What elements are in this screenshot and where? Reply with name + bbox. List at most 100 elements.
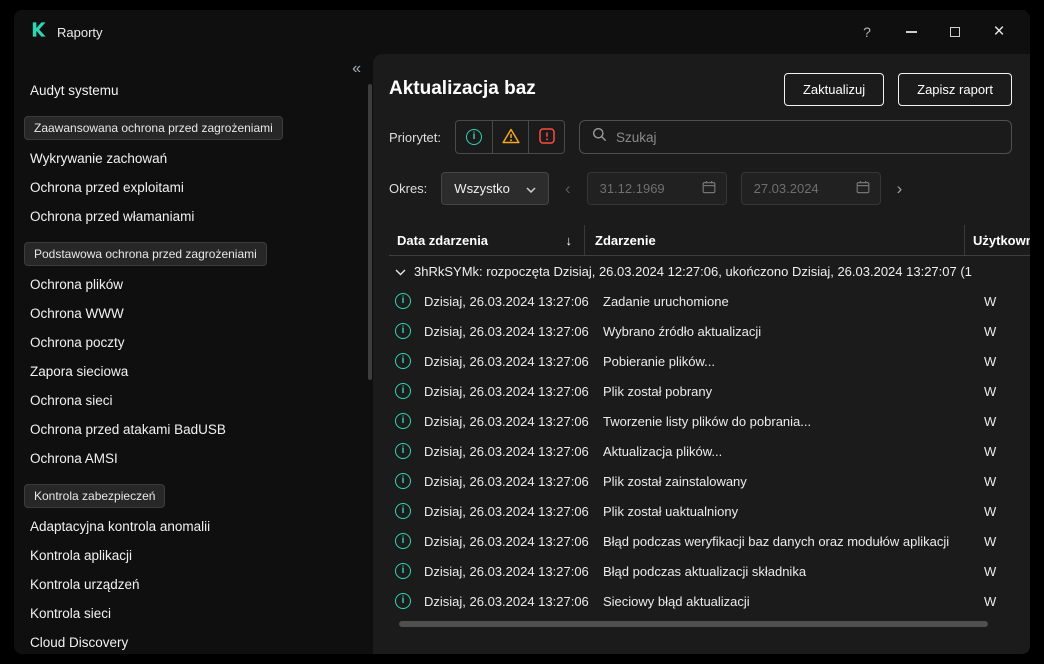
info-icon: i (395, 533, 411, 549)
event-text: Aktualizacja plików... (603, 444, 965, 459)
column-header-event[interactable]: Zdarzenie (585, 225, 965, 255)
sidebar-item[interactable]: Ochrona przed exploitami (14, 173, 373, 202)
group-row-text: 3hRkSYMk: rozpoczęta Dzisiaj, 26.03.2024… (414, 264, 973, 279)
table-row[interactable]: i Dzisiaj, 26.03.2024 13:27:06 Sieciowy bł… (389, 586, 1030, 616)
table-row[interactable]: i Dzisiaj, 26.03.2024 13:27:06 Wybrano źró… (389, 316, 1030, 346)
sidebar-item[interactable]: Ochrona plików (14, 270, 373, 299)
sidebar-item[interactable]: Cloud Discovery (14, 628, 373, 654)
critical-icon (539, 128, 555, 147)
table-group-row[interactable]: 3hRkSYMk: rozpoczęta Dzisiaj, 26.03.2024… (389, 256, 1030, 286)
event-user: W (973, 594, 1030, 609)
priority-critical-button[interactable] (528, 121, 564, 153)
next-period-button[interactable]: › (895, 180, 905, 197)
horizontal-scrollbar-thumb[interactable] (399, 621, 988, 627)
sidebar-item[interactable]: Kontrola sieci (14, 599, 373, 628)
sidebar-item[interactable]: Ochrona WWW (14, 299, 373, 328)
table-row[interactable]: i Dzisiaj, 26.03.2024 13:27:06 Pobieranie … (389, 346, 1030, 376)
sidebar-item[interactable]: Ochrona poczty (14, 328, 373, 357)
column-header-user[interactable]: Użytkownik (965, 225, 1030, 255)
event-user: W (973, 504, 1030, 519)
info-icon: i (395, 323, 411, 339)
event-text: Pobieranie plików... (603, 354, 965, 369)
event-date: Dzisiaj, 26.03.2024 13:27:06 (424, 594, 592, 609)
maximize-icon (950, 27, 960, 37)
date-from-value: 31.12.1969 (600, 181, 665, 196)
help-button[interactable]: ? (850, 17, 884, 47)
table-row[interactable]: iDzisiaj, 26.03.2024 13:27:06Plik został… (389, 466, 1030, 496)
info-icon: i (395, 563, 411, 579)
event-user: W (973, 414, 1030, 429)
event-text: Wybrano źródło aktualizacji (603, 324, 965, 339)
date-to-field[interactable]: 27.03.2024 (741, 172, 881, 205)
info-icon: i (395, 413, 411, 429)
event-date: Dzisiaj, 26.03.2024 13:27:06 (424, 294, 592, 309)
event-date: Dzisiaj, 26.03.2024 13:27:06 (424, 414, 592, 429)
event-text: Plik został uaktualniony (603, 504, 965, 519)
minimize-button[interactable] (894, 17, 928, 47)
period-dropdown[interactable]: Wszystko (441, 172, 549, 205)
event-text: Błąd podczas weryfikacji baz danych oraz… (603, 534, 965, 549)
table-row[interactable]: iDzisiaj, 26.03.2024 13:27:06Aktualizacj… (389, 436, 1030, 466)
sidebar-item[interactable]: Ochrona sieci (14, 386, 373, 415)
event-user: W (973, 324, 1030, 339)
search-field[interactable] (579, 120, 1012, 154)
sidebar-item[interactable]: Ochrona przed włamaniami (14, 202, 373, 231)
update-button[interactable]: Zaktualizuj (784, 73, 884, 106)
info-icon: i (466, 129, 482, 145)
sidebar-item[interactable]: Kontrola urządzeń (14, 570, 373, 599)
search-input[interactable] (616, 130, 999, 145)
info-icon: i (395, 443, 411, 459)
close-button[interactable]: × (982, 17, 1016, 47)
priority-filter-group: i (455, 120, 565, 154)
minimize-icon (906, 31, 917, 33)
sidebar-item[interactable]: Zapora sieciowa (14, 357, 373, 386)
calendar-icon (856, 180, 870, 197)
table-row[interactable]: i Dzisiaj, 26.03.2024 13:27:06 Tworzenie l… (389, 406, 1030, 436)
table-row[interactable]: iDzisiaj, 26.03.2024 13:27:06Błąd podcza… (389, 556, 1030, 586)
event-date: Dzisiaj, 26.03.2024 13:27:06 (424, 354, 592, 369)
sidebar-nav: Audyt systemu Zaawansowana ochrona przed … (14, 76, 373, 654)
titlebar: Raporty ? × (14, 10, 1030, 54)
event-text: Sieciowy błąd aktualizacji (603, 594, 965, 609)
priority-label: Priorytet: (389, 130, 441, 145)
date-from-field[interactable]: 31.12.1969 (587, 172, 727, 205)
table-row[interactable]: iDzisiaj, 26.03.2024 13:27:06Plik został… (389, 496, 1030, 526)
event-date: Dzisiaj, 26.03.2024 13:27:06 (424, 324, 592, 339)
event-user: W (973, 354, 1030, 369)
sidebar-item[interactable]: Ochrona przed atakami BadUSB (14, 415, 373, 444)
sidebar: « Audyt systemu Zaawansowana ochrona prze… (14, 54, 373, 654)
table-body: iDzisiaj, 26.03.2024 13:27:06Zadanie uru… (389, 286, 1030, 616)
column-header-date[interactable]: Data zdarzenia ↓ (389, 225, 585, 255)
save-report-button[interactable]: Zapisz raport (898, 73, 1012, 106)
window-title: Raporty (57, 25, 103, 40)
sidebar-item[interactable]: Wykrywanie zachowań (14, 144, 373, 173)
event-text: Plik został pobrany (603, 384, 965, 399)
event-user: W (973, 444, 1030, 459)
sidebar-item[interactable]: Kontrola aplikacji (14, 541, 373, 570)
info-icon: i (395, 383, 411, 399)
period-label: Okres: (389, 181, 427, 196)
sidebar-section-badge: Kontrola zabezpieczeń (24, 484, 165, 508)
info-icon: i (395, 353, 411, 369)
sidebar-scrollbar[interactable] (368, 84, 372, 380)
info-icon: i (395, 593, 411, 609)
maximize-button[interactable] (938, 17, 972, 47)
page-title: Aktualizacja baz (389, 78, 536, 100)
info-icon: i (395, 503, 411, 519)
table-row[interactable]: iDzisiaj, 26.03.2024 13:27:06Błąd podcza… (389, 526, 1030, 556)
table-row[interactable]: i Dzisiaj, 26.03.2024 13:27:06 Plik został… (389, 376, 1030, 406)
kaspersky-logo-icon (30, 21, 47, 43)
table-row[interactable]: iDzisiaj, 26.03.2024 13:27:06Zadanie uru… (389, 286, 1030, 316)
sidebar-item[interactable]: Ochrona AMSI (14, 444, 373, 473)
event-text: Tworzenie listy plików do pobrania... (603, 414, 965, 429)
priority-warning-button[interactable] (492, 121, 528, 153)
sidebar-collapse-button[interactable]: « (352, 60, 361, 78)
event-date: Dzisiaj, 26.03.2024 13:27:06 (424, 564, 592, 579)
search-icon (592, 127, 607, 147)
event-date: Dzisiaj, 26.03.2024 13:27:06 (424, 384, 592, 399)
sidebar-item[interactable]: Adaptacyjna kontrola anomalii (14, 512, 373, 541)
priority-info-button[interactable]: i (456, 121, 492, 153)
sidebar-section-badge: Zaawansowana ochrona przed zagrożeniami (24, 116, 283, 140)
prev-period-button[interactable]: ‹ (563, 180, 573, 197)
sidebar-item[interactable]: Audyt systemu (14, 76, 373, 105)
